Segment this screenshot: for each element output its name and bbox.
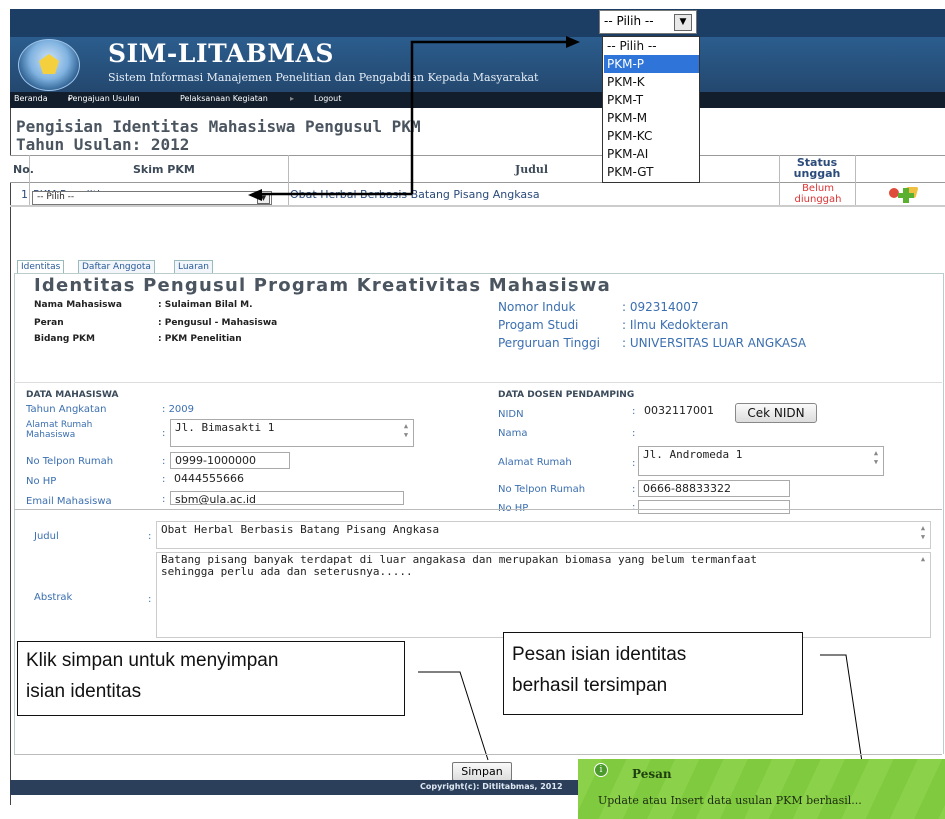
dropdown-option-pkm-gt[interactable]: PKM-GT [604, 163, 699, 181]
label-abstrak: Abstrak [34, 592, 73, 603]
email-mahasiswa-input[interactable]: sbm@ula.ac.id [170, 491, 404, 505]
dropdown-option-pkm-p[interactable]: PKM-P [604, 55, 699, 73]
callout-simpan-line-2: isian identitas [26, 681, 142, 702]
hp-dosen-input[interactable] [638, 500, 790, 514]
skim-dropdown-list: -- Pilih -- PKM-P PKM-K PKM-T PKM-M PKM-… [602, 36, 700, 183]
colon: : [632, 428, 636, 439]
label-peran: Peran [34, 318, 64, 328]
toast-message: Update atau Insert data usulan PKM berha… [598, 794, 862, 807]
toast-title: Pesan [632, 767, 672, 781]
value-program-studi: : Ilmu Kedokteran [622, 318, 729, 332]
dropdown-option-pkm-k[interactable]: PKM-K [604, 73, 699, 91]
alamat-mahasiswa-input[interactable]: Jl. Bimasakti 1 ▲ ▼ [170, 419, 414, 447]
skim-dropdown[interactable]: -- Pilih -- ▼ [599, 10, 697, 34]
heading-data-mahasiswa: DATA MAHASISWA [26, 390, 119, 400]
dropdown-option-pkm-kc[interactable]: PKM-KC [604, 127, 699, 145]
dropdown-option-pkm-m[interactable]: PKM-M [604, 109, 699, 127]
cek-nidn-button[interactable]: Cek NIDN [735, 403, 817, 423]
colon: : [162, 456, 166, 467]
colon: : [162, 474, 166, 485]
tab-identitas[interactable]: Identitas [17, 260, 65, 274]
alamat-dosen-input[interactable]: Jl. Andromeda 1 ▲ ▼ [638, 446, 884, 476]
label-judul: Judul [34, 531, 59, 542]
chevron-down-icon: ▼ [674, 14, 692, 31]
dropdown-option-pkm-t[interactable]: PKM-T [604, 91, 699, 109]
label-alamat-mahasiswa: Alamat Rumah Mahasiswa [26, 420, 93, 440]
colon: : [162, 494, 166, 505]
label-bidang-pkm: Bidang PKM [34, 334, 95, 344]
nidn-input[interactable]: 0032117001 [640, 403, 730, 421]
tab-daftar-anggota[interactable]: Daftar Anggota [78, 260, 155, 274]
value-nama-mahasiswa: : Sulaiman Bilal M. [158, 300, 253, 310]
label-nomor-induk: Nomor Induk [498, 300, 576, 314]
label-alamat-dosen: Alamat Rumah [498, 457, 572, 468]
abstrak-line-2: sehingga perlu ada dan seterusnya..... [161, 565, 413, 578]
value-bidang-pkm: : PKM Penelitian [158, 334, 242, 344]
value-nomor-induk: : 092314007 [622, 300, 699, 314]
dropdown-option-pkm-ai[interactable]: PKM-AI [604, 145, 699, 163]
value-perguruan-tinggi: : UNIVERSITAS LUAR ANGKASA [622, 336, 807, 350]
colon: : [632, 502, 636, 513]
value-tahun-angkatan: : 2009 [162, 404, 195, 415]
abstrak-input[interactable]: Batang pisang banyak terdapat di luar an… [156, 552, 931, 638]
callout-pesan-line-1: Pesan isian identitas [512, 644, 687, 665]
callout-simpan-line-1: Klik simpan untuk menyimpan [26, 650, 279, 671]
label-nidn: NIDN [498, 409, 524, 420]
colon: : [632, 406, 636, 417]
label-perguruan-tinggi: Perguruan Tinggi [498, 336, 600, 350]
label-tahun-angkatan: Tahun Angkatan [26, 404, 107, 415]
callout-pesan-line-2: berhasil tersimpan [512, 675, 668, 696]
label-program-studi: Progam Studi [498, 318, 579, 332]
label-telpon-dosen: No Telpon Rumah [498, 484, 586, 495]
section-title: Identitas Pengusul Program Kreativitas M… [34, 275, 611, 296]
callout-pesan: Pesan isian identitas berhasil tersimpan [503, 632, 803, 715]
dropdown-option-pilih[interactable]: -- Pilih -- [604, 37, 699, 55]
simpan-button[interactable]: Simpan [452, 762, 512, 781]
label-hp-mahasiswa: No HP [26, 476, 57, 487]
skim-dropdown-value: -- Pilih -- [604, 14, 654, 28]
value-peran: : Pengusul - Mahasiswa [158, 318, 278, 328]
info-icon: i [594, 763, 608, 777]
telpon-mahasiswa-input[interactable]: 0999-1000000 [170, 452, 290, 469]
colon: : [162, 428, 166, 439]
label-nama-mahasiswa: Nama Mahasiswa [34, 300, 122, 310]
label-telpon-mahasiswa: No Telpon Rumah [26, 456, 114, 467]
heading-data-dosen: DATA DOSEN PENDAMPING [498, 390, 635, 400]
label-nama-dosen: Nama [498, 428, 528, 439]
colon: : [148, 594, 152, 605]
copyright: Copyright(c): Ditlitabmas, 2012 [420, 782, 563, 791]
colon: : [632, 484, 636, 495]
colon: : [148, 531, 152, 542]
tab-luaran[interactable]: Luaran [174, 260, 213, 274]
label-email-mahasiswa: Email Mahasiswa [26, 496, 112, 507]
callout-simpan: Klik simpan untuk menyimpan isian identi… [17, 641, 405, 716]
telpon-dosen-input[interactable]: 0666-88833322 [638, 480, 790, 497]
hp-mahasiswa-input[interactable]: 0444555666 [170, 471, 290, 488]
judul-input[interactable]: Obat Herbal Berbasis Batang Pisang Angka… [156, 521, 931, 549]
colon: : [632, 458, 636, 469]
